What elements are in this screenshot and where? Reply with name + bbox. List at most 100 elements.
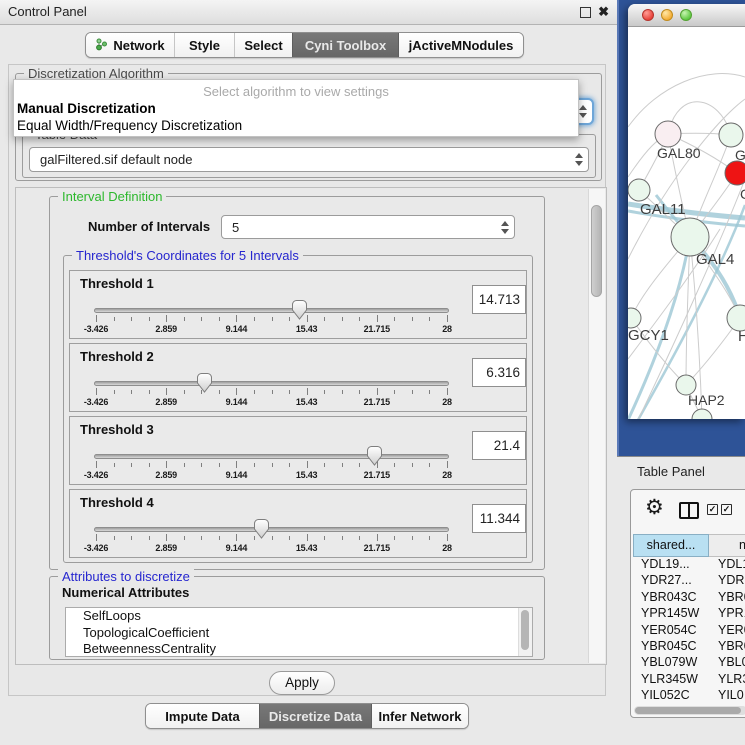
tab-impute-data[interactable]: Impute Data — [146, 704, 259, 728]
slider-track[interactable] — [94, 308, 449, 313]
table-toolbar: ⚙ ✓ ✓ — [631, 490, 745, 532]
slider-thumb[interactable] — [366, 446, 383, 466]
panel-title: Control Panel — [8, 0, 87, 24]
threshold-slider[interactable]: -3.4262.8599.14415.4321.71528 — [90, 299, 470, 337]
axis-tick-label: 2.859 — [144, 470, 188, 480]
column-header-2[interactable]: n — [709, 534, 745, 557]
tab-infer-network[interactable]: Infer Network — [371, 704, 468, 728]
threshold-value-field[interactable]: 21.4 — [472, 431, 526, 460]
dropdown-option-equal-width-frequency-discretization[interactable]: Equal Width/Frequency Discretization — [14, 117, 578, 134]
tab-discretize-data[interactable]: Discretize Data — [259, 704, 371, 728]
table-row[interactable]: YDL19...YDL1 — [633, 557, 745, 573]
table-row[interactable]: YLR345WYLR3 — [633, 672, 745, 688]
close-icon[interactable]: ✖ — [598, 3, 609, 21]
axis-tick-label: 9.144 — [214, 470, 258, 480]
axis-tick-label: 15.43 — [285, 397, 329, 407]
slider-track[interactable] — [94, 454, 449, 459]
zoom-traffic-light-icon[interactable] — [680, 9, 692, 21]
table-header-row: shared...n — [633, 534, 745, 557]
list-scrollbar[interactable] — [518, 608, 532, 656]
table-data-combobox[interactable]: galFiltered.sif default node — [29, 147, 589, 172]
network-node[interactable] — [719, 123, 743, 147]
tab-jactivemnodules[interactable]: jActiveMNodules — [398, 33, 523, 57]
node-label: GA — [735, 147, 745, 163]
tab-cyni-toolbox[interactable]: Cyni Toolbox — [292, 33, 398, 57]
slider-thumb[interactable] — [196, 373, 213, 393]
table-row[interactable]: YER054CYER0 — [633, 623, 745, 639]
threshold-3-box: Threshold 3-3.4262.8599.14415.4321.71528… — [69, 416, 527, 485]
axis-tick-label: 21.715 — [355, 543, 399, 553]
numerical-attributes-list[interactable]: SelfLoopsTopologicalCoefficientBetweenne… — [65, 607, 533, 657]
attribute-item-selfloops[interactable]: SelfLoops — [66, 608, 532, 625]
column-header-1[interactable]: shared... — [633, 534, 709, 557]
control-panel-titlebar: Control Panel ✖ — [0, 0, 617, 25]
slider-thumb[interactable] — [291, 300, 308, 320]
tab-select[interactable]: Select — [234, 33, 292, 57]
attribute-item-topologicalcoefficient[interactable]: TopologicalCoefficient — [66, 625, 532, 642]
axis-tick-label: 21.715 — [355, 397, 399, 407]
network-view-window: GAL80GAGAL11CGAL4GCY1HHAP2 — [628, 4, 745, 419]
table-data-group: Table Data galFiltered.sif default node — [22, 134, 596, 178]
desktop-background: GAL80GAGAL11CGAL4GCY1HHAP2 — [617, 0, 745, 456]
tab-style[interactable]: Style — [174, 33, 234, 57]
table-row[interactable]: YBR045CYBR0 — [633, 639, 745, 655]
network-canvas[interactable]: GAL80GAGAL11CGAL4GCY1HHAP2 — [628, 27, 745, 419]
axis-tick-label: -3.426 — [74, 397, 118, 407]
table-row[interactable]: YPR145WYPR1 — [633, 606, 745, 622]
threshold-value-field[interactable]: 14.713 — [472, 285, 526, 314]
threshold-slider[interactable]: -3.4262.8599.14415.4321.71528 — [90, 445, 470, 483]
slider-track[interactable] — [94, 381, 449, 386]
group-title: Attributes to discretize — [58, 569, 194, 584]
table-horizontal-scrollbar[interactable] — [634, 706, 745, 715]
panel-scrollbar[interactable] — [588, 189, 605, 663]
network-node[interactable] — [725, 161, 745, 185]
network-node[interactable] — [692, 409, 712, 419]
threshold-1-box: Threshold 1-3.4262.8599.14415.4321.71528… — [69, 270, 527, 339]
interval-definition-group: Interval Definition Number of Intervals … — [49, 196, 545, 570]
checkbox-icon[interactable]: ✓ — [721, 504, 732, 515]
algorithm-dropdown-popup: Select algorithm to view settings Manual… — [13, 79, 579, 137]
tab-network[interactable]: Network — [86, 33, 174, 57]
slider-track[interactable] — [94, 527, 449, 532]
number-of-intervals-combobox[interactable]: 5 — [221, 215, 515, 239]
table-row[interactable]: YIL052CYIL0 — [633, 688, 745, 704]
network-node-gal80[interactable] — [655, 121, 681, 147]
toolbox-tab-bar: NetworkStyleSelectCyni ToolboxjActiveMNo… — [85, 32, 524, 58]
numerical-attributes-label: Numerical Attributes — [62, 585, 189, 600]
dropdown-option-manual-discretization[interactable]: Manual Discretization — [14, 100, 578, 117]
axis-tick-label: 9.144 — [214, 543, 258, 553]
float-window-icon[interactable] — [580, 7, 591, 18]
attribute-item-betweennesscentrality[interactable]: BetweennessCentrality — [66, 641, 532, 657]
threshold-slider[interactable]: -3.4262.8599.14415.4321.71528 — [90, 372, 470, 410]
close-traffic-light-icon[interactable] — [642, 9, 654, 21]
apply-button[interactable]: Apply — [269, 671, 335, 695]
number-of-intervals-label: Number of Intervals — [88, 219, 210, 234]
network-node-gal11[interactable] — [628, 179, 650, 201]
node-label: C — [740, 186, 745, 202]
axis-tick-label: 28 — [425, 324, 469, 334]
threshold-value-field[interactable]: 6.316 — [472, 358, 526, 387]
threshold-value-field[interactable]: 11.344 — [472, 504, 526, 533]
settings-scroll-panel: Interval Definition Number of Intervals … — [15, 187, 607, 665]
network-edge[interactable] — [628, 74, 745, 127]
axis-tick-label: 15.43 — [285, 470, 329, 480]
thresholds-group: Threshold's Coordinates for 5 Intervals … — [63, 255, 533, 563]
split-panel-icon[interactable] — [679, 502, 699, 519]
minimize-traffic-light-icon[interactable] — [661, 9, 673, 21]
gear-icon[interactable]: ⚙ — [645, 496, 664, 520]
axis-tick-label: 2.859 — [144, 324, 188, 334]
threshold-4-box: Threshold 4-3.4262.8599.14415.4321.71528… — [69, 489, 527, 558]
slider-thumb[interactable] — [253, 519, 270, 539]
table-row[interactable]: YBR043CYBR0 — [633, 590, 745, 606]
threshold-slider[interactable]: -3.4262.8599.14415.4321.71528 — [90, 518, 470, 556]
group-title: Threshold's Coordinates for 5 Intervals — [72, 248, 303, 263]
node-label: GCY1 — [628, 327, 669, 344]
checkbox-icon[interactable]: ✓ — [707, 504, 718, 515]
axis-tick-label: 2.859 — [144, 397, 188, 407]
network-window-titlebar[interactable] — [628, 4, 745, 27]
table-row[interactable]: YDR27...YDR2 — [633, 573, 745, 589]
network-node-gcy1[interactable] — [628, 308, 641, 328]
table-row[interactable]: YBL079WYBL0 — [633, 655, 745, 671]
threshold-label: Threshold 2 — [80, 349, 154, 364]
cyni-content-panel: Discretization Algorithm Table Data galF… — [8, 64, 606, 696]
